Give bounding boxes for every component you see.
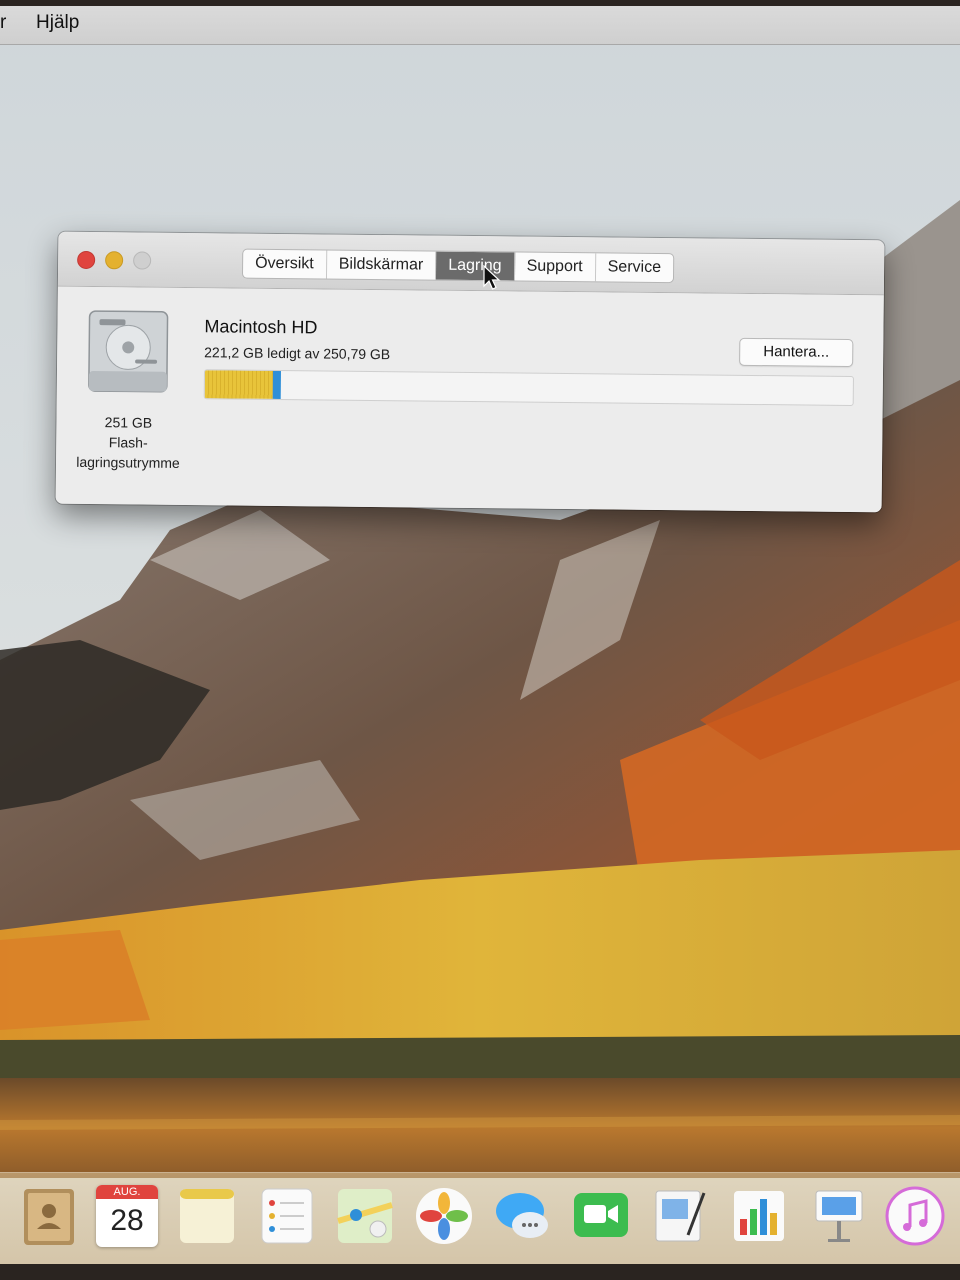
menu-item-partial[interactable]: r (0, 12, 6, 34)
screen-bezel (0, 0, 960, 6)
tab-bar: Översikt Bildskärmar Lagring Support Ser… (241, 248, 675, 284)
disk-caption: 251 GB Flash- lagringsutrymme (62, 412, 195, 473)
storage-panel: 251 GB Flash- lagringsutrymme Macintosh … (55, 286, 884, 513)
screen-bezel-bottom (0, 1264, 960, 1280)
calendar-day: 28 (110, 1204, 144, 1237)
disk-capacity: 251 GB (104, 414, 153, 431)
maps-icon[interactable] (334, 1185, 396, 1247)
zoom-button-disabled (133, 251, 152, 270)
messages-icon[interactable] (492, 1185, 554, 1247)
tab-service[interactable]: Service (596, 253, 674, 282)
mouse-cursor-icon (483, 265, 501, 290)
disk-type-line1: Flash- (108, 434, 148, 451)
disk-type-line2: lagringsutrymme (76, 453, 180, 471)
tab-overview[interactable]: Översikt (242, 249, 327, 279)
notes-icon[interactable] (176, 1185, 238, 1247)
keynote-preview-icon[interactable] (648, 1185, 710, 1247)
disk-name: Macintosh HD (204, 316, 318, 338)
numbers-icon[interactable] (728, 1185, 790, 1247)
storage-other-segment (272, 370, 281, 400)
dock: AUG. 28 (0, 1172, 960, 1265)
facetime-icon[interactable] (570, 1185, 632, 1247)
tab-displays[interactable]: Bildskärmar (326, 250, 437, 280)
storage-used-segment (204, 370, 274, 399)
about-this-mac-window: Översikt Bildskärmar Lagring Support Ser… (55, 231, 885, 513)
contacts-icon[interactable] (18, 1185, 80, 1247)
reminders-icon[interactable] (256, 1185, 318, 1247)
close-button[interactable] (77, 250, 96, 270)
hard-drive-icon (88, 310, 169, 393)
desktop-wallpaper (0, 0, 960, 1280)
keynote-icon[interactable] (808, 1185, 870, 1247)
menu-item-help[interactable]: Hjälp (36, 12, 79, 34)
manage-button[interactable]: Hantera... (739, 337, 854, 368)
disk-free-space: 221,2 GB ledigt av 250,79 GB (204, 344, 391, 363)
calendar-icon[interactable]: AUG. 28 (96, 1185, 158, 1247)
menu-bar: r Hjälp (0, 0, 960, 45)
window-titlebar[interactable]: Översikt Bildskärmar Lagring Support Ser… (57, 231, 885, 296)
photos-icon[interactable] (413, 1185, 475, 1247)
tab-storage[interactable]: Lagring (436, 251, 515, 281)
tab-support[interactable]: Support (514, 252, 596, 282)
itunes-icon[interactable] (884, 1185, 946, 1247)
storage-usage-bar (203, 369, 854, 407)
calendar-month: AUG. (96, 1185, 158, 1199)
minimize-button[interactable] (105, 251, 124, 270)
